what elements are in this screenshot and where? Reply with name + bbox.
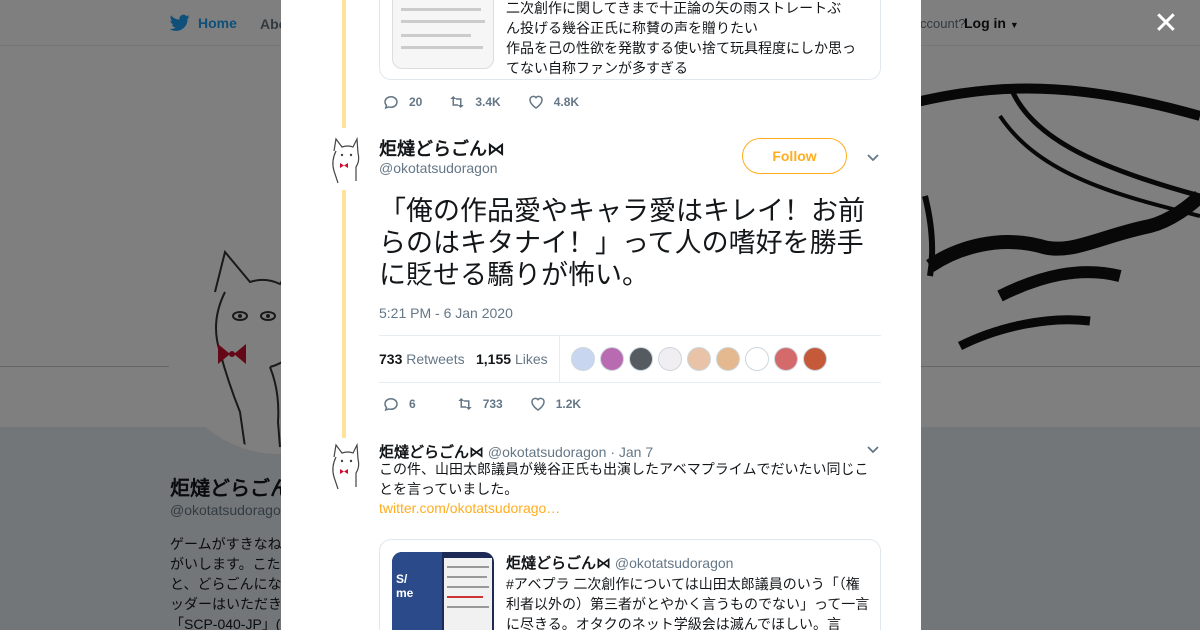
chevron-down-icon[interactable]: [865, 441, 881, 457]
tweet-stats: 733 Retweets 1,155 Likes: [379, 335, 881, 383]
liker-avatar[interactable]: [571, 347, 595, 371]
main-tweet-text: 「俺の作品愛やキャラ愛はキレイ！お前らのはキタナイ！」って人の嗜好を勝手に貶せる…: [379, 196, 865, 290]
main-tweet-timestamp[interactable]: 5:21 PM - 6 Jan 2020: [379, 305, 513, 321]
close-icon[interactable]: ✕: [1150, 8, 1182, 40]
reply-tweet-avatar[interactable]: [326, 442, 366, 491]
heart-icon: [530, 397, 545, 411]
main-tweet-author-handle[interactable]: @okotatsudoragon: [379, 160, 498, 176]
retweet-count: 3.4K: [475, 95, 501, 109]
liker-avatar[interactable]: [658, 347, 682, 371]
quoted-bottom-text: #アベプラ 二次創作については山田太郎議員のいう「（権利者以外の）第三者がとやか…: [506, 576, 870, 630]
quoted-tweet-card-top[interactable]: 二次創作に関してきまで十正論の矢の雨ストレートぶ ん投げる幾谷正氏に称賛の声を贈…: [379, 0, 881, 80]
reply-tweet-link[interactable]: twitter.com/okotatsudorago…: [379, 500, 560, 516]
reply-icon: [384, 95, 398, 110]
reply-count: 6: [409, 397, 416, 411]
quoted-author-handle: @okotatsudoragon: [614, 555, 734, 571]
stats-divider: [559, 336, 560, 382]
liker-avatar[interactable]: [745, 347, 769, 371]
liker-avatars: [571, 347, 827, 371]
like-action[interactable]: 1.2K: [529, 395, 581, 413]
liker-avatar[interactable]: [629, 347, 653, 371]
quoted-video-thumbnail: S/ me: [392, 552, 494, 630]
likes-stat-label: Likes: [514, 351, 548, 367]
heart-icon: [528, 95, 543, 109]
reply-icon: [384, 397, 398, 412]
quoted-line-1: 二次創作に関してきまで十正論の矢の雨ストレートぶ: [506, 0, 842, 16]
thread-line-main: [342, 190, 346, 438]
quoted-tweet-text: 二次創作に関してきまで十正論の矢の雨ストレートぶ ん投げる幾谷正氏に称賛の声を贈…: [506, 0, 876, 78]
liker-avatar[interactable]: [803, 347, 827, 371]
retweet-icon: [457, 398, 472, 410]
like-action[interactable]: 4.8K: [527, 93, 579, 111]
reply-action[interactable]: 20: [382, 93, 422, 111]
reply-author-handle[interactable]: @okotatsudoragon: [488, 444, 607, 460]
quoted-line-2: ん投げる幾谷正氏に称賛の声を贈りたい: [506, 20, 758, 36]
main-tweet-avatar[interactable]: [326, 136, 366, 185]
quoted-image-thumbnail: [392, 0, 494, 69]
reply-action[interactable]: 6: [382, 395, 430, 413]
quoted-line-3: 作品を己の性欲を発散する使い捨て玩具程度にしか思っ: [506, 40, 856, 56]
quoted-tweet-card-bottom[interactable]: S/ me 炬燵どらごん⋈ @okotatsudoragon #アベプラ 二次創…: [379, 539, 881, 630]
retweets-stat-count: 733: [379, 351, 403, 367]
reply-tweet-text: この件、山田太郎議員が幾谷正氏も出演したアベマプライムでだいたい同じことを言って…: [379, 461, 869, 497]
retweet-action[interactable]: 733: [456, 395, 503, 413]
cat-avatar-icon: [332, 136, 360, 184]
liker-avatar[interactable]: [774, 347, 798, 371]
liker-avatar[interactable]: [600, 347, 624, 371]
liker-avatar[interactable]: [716, 347, 740, 371]
quoted-bottom-header: 炬燵どらごん⋈ @okotatsudoragon: [506, 553, 733, 574]
reply-count: 20: [409, 95, 423, 109]
like-count: 4.8K: [553, 95, 580, 109]
liker-avatar[interactable]: [687, 347, 711, 371]
main-tweet-actions: 6 733 1.2K: [382, 395, 607, 413]
top-tweet-actions: 20 3.4K 4.8K: [382, 93, 605, 111]
likes-stat-count: 1,155: [476, 351, 512, 367]
chevron-down-icon[interactable]: [865, 149, 881, 165]
retweet-icon: [450, 96, 465, 108]
retweets-stat-label: Retweets: [406, 351, 465, 367]
likes-stat[interactable]: 1,155 Likes: [476, 351, 548, 367]
retweets-stat[interactable]: 733 Retweets: [379, 351, 465, 367]
quoted-line-4: てない自称ファンが多すぎる: [506, 60, 688, 76]
retweet-count: 733: [482, 397, 503, 411]
follow-button[interactable]: Follow: [742, 138, 847, 174]
retweet-action[interactable]: 3.4K: [448, 93, 501, 111]
like-count: 1.2K: [555, 397, 582, 411]
main-tweet-author-name[interactable]: 炬燵どらごん⋈: [379, 135, 505, 161]
reply-date[interactable]: · Jan 7: [610, 444, 653, 460]
thread-line-top: [342, 0, 346, 128]
quoted-author-name: 炬燵どらごん⋈: [506, 555, 612, 572]
cat-avatar-icon: [332, 442, 360, 490]
